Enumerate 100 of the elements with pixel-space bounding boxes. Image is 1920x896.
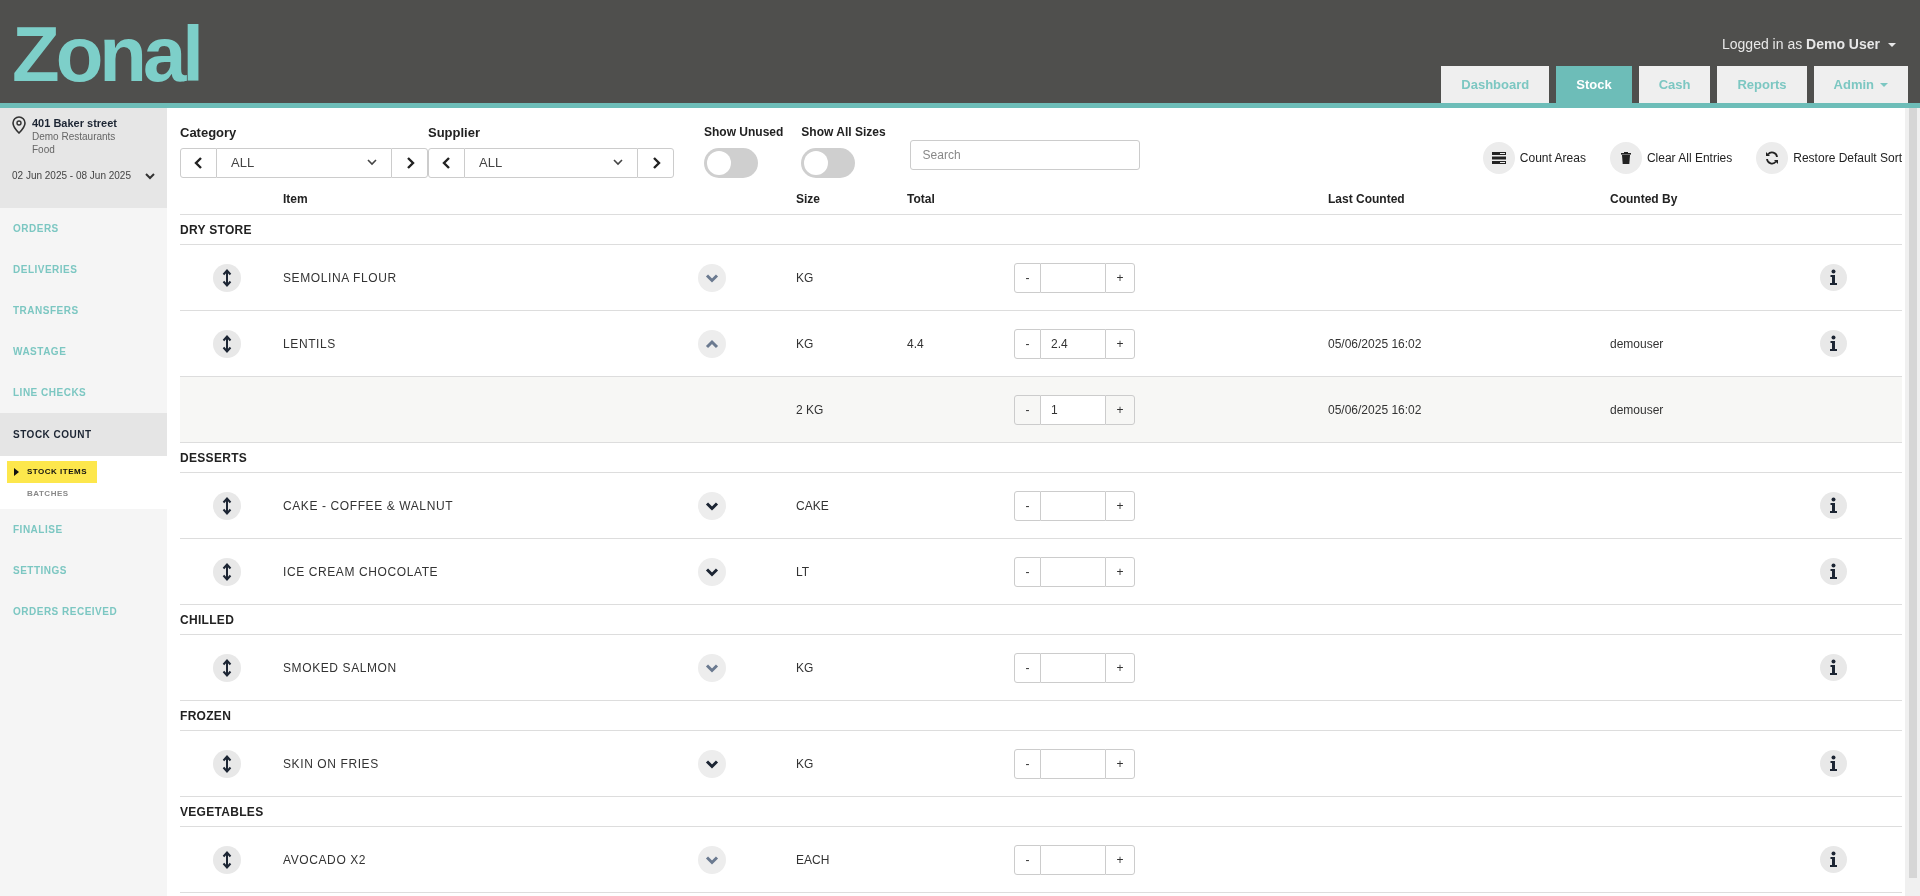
quantity-field[interactable] <box>1041 844 1105 875</box>
quantity-field[interactable]: 2.4 <box>1041 328 1105 359</box>
quantity-field[interactable] <box>1041 262 1105 293</box>
chevron-left-icon <box>193 156 204 169</box>
drag-handle-icon[interactable] <box>213 653 241 682</box>
toolbar-button[interactable]: Restore Default Sort <box>1756 142 1902 174</box>
quantity-field[interactable] <box>1041 490 1105 521</box>
chevron-right-icon <box>404 156 415 169</box>
section-heading: CHILLED <box>180 611 235 629</box>
drag-handle-icon[interactable] <box>213 491 241 520</box>
refresh-icon <box>1756 142 1789 174</box>
section-heading: DESSERTS <box>180 449 248 467</box>
chevron-down-icon[interactable] <box>698 749 726 778</box>
date-range: 02 Jun 2025 - 08 Jun 2025 <box>12 169 131 183</box>
item-name: SEMOLINA FLOUR <box>282 269 398 287</box>
scrollbar-thumb[interactable] <box>1908 108 1917 878</box>
increment-button[interactable]: + <box>1105 748 1135 779</box>
item-name: AVOCADO X2 <box>282 851 368 869</box>
next-button[interactable] <box>391 147 428 178</box>
column-header: Size <box>795 191 821 208</box>
increment-button[interactable]: + <box>1105 652 1135 683</box>
increment-button[interactable]: + <box>1105 262 1135 293</box>
location-name: 401 Baker street <box>32 116 117 130</box>
location-panel[interactable]: 401 Baker street Demo Restaurants Food 02 Jun 2025 - 08 Jun 2025 <box>0 108 167 208</box>
counted-by: demouser <box>1609 335 1665 353</box>
sidebar-item[interactable]: STOCK COUNT <box>0 413 167 456</box>
info-icon[interactable] <box>1820 264 1847 291</box>
caret-icon <box>1888 42 1896 47</box>
drag-handle-icon[interactable] <box>213 845 241 874</box>
drag-handle-icon[interactable] <box>213 263 241 292</box>
increment-button[interactable]: + <box>1105 844 1135 875</box>
chevron-right-icon <box>650 156 661 169</box>
quantity-field[interactable]: 1 <box>1041 394 1105 425</box>
column-header: Total <box>906 191 936 208</box>
item-name: LENTILS <box>282 335 337 353</box>
location-pin-icon <box>12 116 26 134</box>
chevron-down-icon[interactable] <box>698 491 726 520</box>
toggle-label: Show All Sizes <box>801 124 886 141</box>
sidebar-subitem[interactable]: STOCK ITEMS <box>7 461 98 483</box>
item-name: SKIN ON FRIES <box>282 755 380 773</box>
size-label: KG <box>795 335 815 353</box>
supplier-dropdown[interactable]: ALL <box>465 147 637 178</box>
location-type: Food <box>32 143 56 156</box>
info-icon[interactable] <box>1820 654 1847 681</box>
next-button[interactable] <box>637 147 674 178</box>
chevron-down-icon[interactable] <box>698 557 726 586</box>
counted-by: demouser <box>1609 401 1665 419</box>
section-heading: DRY STORE <box>180 221 252 239</box>
increment-button[interactable]: + <box>1105 556 1135 587</box>
caret-right-icon <box>14 468 19 476</box>
size-label: KG <box>795 269 815 287</box>
item-name: CAKE - COFFEE & WALNUT <box>282 497 455 515</box>
toolbar-button[interactable]: Count Areas <box>1482 142 1586 174</box>
increment-button[interactable]: + <box>1105 328 1135 359</box>
user-menu[interactable]: Logged in as Demo User <box>1722 34 1880 55</box>
size-label: LT <box>795 563 811 581</box>
last-counted: 05/06/2025 16:02 <box>1327 401 1423 419</box>
toggle-switch[interactable] <box>801 148 856 178</box>
previous-button[interactable] <box>428 147 465 178</box>
size-label: CAKE <box>795 497 830 515</box>
category-dropdown[interactable]: ALL <box>217 147 391 178</box>
quantity-field[interactable] <box>1041 748 1105 779</box>
chevron-down-icon <box>145 171 155 180</box>
size-label: KG <box>795 659 815 677</box>
info-icon[interactable] <box>1820 492 1847 519</box>
item-name: ICE CREAM CHOCOLATE <box>282 563 440 581</box>
info-icon[interactable] <box>1820 558 1847 585</box>
drag-handle-icon[interactable] <box>213 557 241 586</box>
trash-icon <box>1609 142 1642 174</box>
toggle-label: Show Unused <box>704 124 784 141</box>
drag-handle-icon[interactable] <box>213 329 241 358</box>
chevron-up-icon[interactable] <box>698 329 726 358</box>
chevron-left-icon <box>441 156 452 169</box>
increment-button[interactable]: + <box>1105 394 1135 425</box>
size-label: KG <box>795 755 815 773</box>
info-icon[interactable] <box>1820 330 1847 357</box>
toggle-switch[interactable] <box>704 148 758 178</box>
size-label: 2 KG <box>795 401 825 419</box>
drag-handle-icon[interactable] <box>213 749 241 778</box>
info-icon[interactable] <box>1820 846 1847 873</box>
item-name: SMOKED SALMON <box>282 659 398 677</box>
quantity-field[interactable] <box>1041 652 1105 683</box>
sidebar-subitem[interactable]: BATCHES <box>7 483 79 505</box>
logo: Zonal <box>11 9 200 100</box>
last-counted: 05/06/2025 16:02 <box>1327 335 1423 353</box>
size-label: EACH <box>795 851 831 869</box>
search-field[interactable]: Search <box>909 140 1140 170</box>
column-header: Counted By <box>1609 191 1679 208</box>
info-icon[interactable] <box>1820 750 1847 777</box>
column-header: Last Counted <box>1327 191 1406 208</box>
total-value: 4.4 <box>906 335 925 353</box>
toolbar-button[interactable]: Clear All Entries <box>1609 142 1733 174</box>
chevron-down-icon <box>613 159 623 166</box>
company-name: Demo Restaurants <box>32 130 117 143</box>
chevron-down-icon <box>367 159 377 166</box>
section-heading: FROZEN <box>180 707 232 725</box>
increment-button[interactable]: + <box>1105 490 1135 521</box>
section-heading: VEGETABLES <box>180 803 264 821</box>
quantity-field[interactable] <box>1041 556 1105 587</box>
previous-button[interactable] <box>180 147 217 178</box>
